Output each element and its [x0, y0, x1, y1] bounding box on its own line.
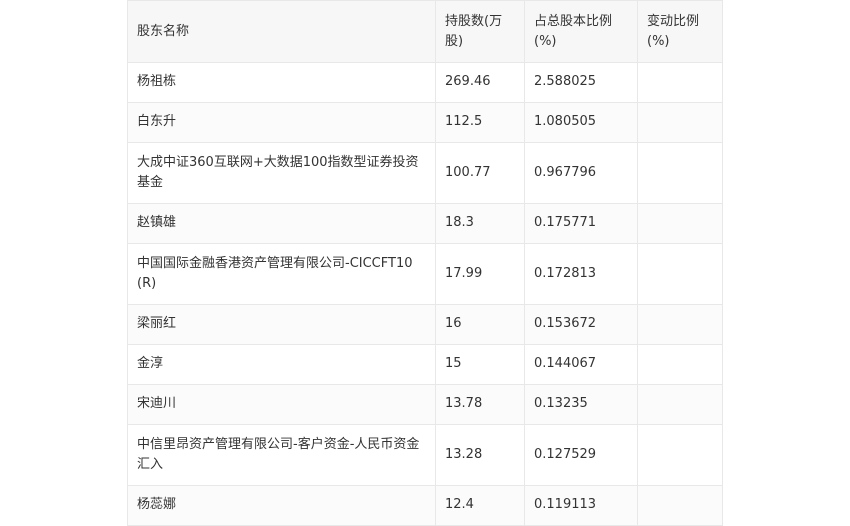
cell-name: 杨祖栋: [127, 62, 436, 103]
cell-name: 大成中证360互联网+大数据100指数型证券投资基金: [127, 142, 436, 204]
table-row: 梁丽红 16 0.153672: [127, 304, 723, 345]
cell-name: 中信里昂资产管理有限公司-客户资金-人民币资金汇入: [127, 424, 436, 486]
cell-ratio: 0.127529: [524, 424, 638, 486]
cell-ratio: 0.967796: [524, 142, 638, 204]
table-row: 赵镇雄 18.3 0.175771: [127, 203, 723, 244]
cell-shares: 15: [435, 344, 525, 385]
table-row: 宋迪川 13.78 0.13235: [127, 384, 723, 425]
cell-shares: 100.77: [435, 142, 525, 204]
table-row: 杨祖栋 269.46 2.588025: [127, 62, 723, 103]
cell-change: [637, 203, 723, 244]
cell-change: [637, 304, 723, 345]
header-ratio: 占总股本比例(%): [524, 0, 638, 63]
table-row: 中信里昂资产管理有限公司-客户资金-人民币资金汇入 13.28 0.127529: [127, 424, 723, 486]
cell-name: 白东升: [127, 102, 436, 143]
cell-ratio: 1.080505: [524, 102, 638, 143]
cell-shares: 112.5: [435, 102, 525, 143]
table-row: 杨蕊娜 12.4 0.119113: [127, 485, 723, 526]
cell-shares: 269.46: [435, 62, 525, 103]
header-shares: 持股数(万股): [435, 0, 525, 63]
cell-change: [637, 384, 723, 425]
cell-name: 金淳: [127, 344, 436, 385]
cell-change: [637, 485, 723, 526]
cell-shares: 16: [435, 304, 525, 345]
table-row: 白东升 112.5 1.080505: [127, 102, 723, 143]
table-header: 股东名称 持股数(万股) 占总股本比例(%) 变动比例(%): [127, 0, 723, 63]
table-row: 大成中证360互联网+大数据100指数型证券投资基金 100.77 0.9677…: [127, 142, 723, 204]
cell-name: 宋迪川: [127, 384, 436, 425]
cell-change: [637, 344, 723, 385]
cell-shares: 13.78: [435, 384, 525, 425]
cell-ratio: 0.153672: [524, 304, 638, 345]
cell-ratio: 0.119113: [524, 485, 638, 526]
cell-shares: 17.99: [435, 243, 525, 305]
cell-name: 杨蕊娜: [127, 485, 436, 526]
cell-name: 中国国际金融香港资产管理有限公司-CICCFT10(R): [127, 243, 436, 305]
cell-name: 赵镇雄: [127, 203, 436, 244]
shareholder-table: 股东名称 持股数(万股) 占总股本比例(%) 变动比例(%) 杨祖栋 269.4…: [127, 0, 723, 526]
header-change: 变动比例(%): [637, 0, 723, 63]
cell-ratio: 2.588025: [524, 62, 638, 103]
cell-shares: 13.28: [435, 424, 525, 486]
cell-change: [637, 243, 723, 305]
cell-change: [637, 102, 723, 143]
table-row: 中国国际金融香港资产管理有限公司-CICCFT10(R) 17.99 0.172…: [127, 243, 723, 305]
cell-ratio: 0.13235: [524, 384, 638, 425]
cell-change: [637, 424, 723, 486]
cell-shares: 18.3: [435, 203, 525, 244]
cell-ratio: 0.144067: [524, 344, 638, 385]
table-row: 金淳 15 0.144067: [127, 344, 723, 385]
shareholder-table-container: 股东名称 持股数(万股) 占总股本比例(%) 变动比例(%) 杨祖栋 269.4…: [127, 0, 723, 526]
cell-ratio: 0.172813: [524, 243, 638, 305]
header-shareholder-name: 股东名称: [127, 0, 436, 63]
cell-name: 梁丽红: [127, 304, 436, 345]
table-body: 杨祖栋 269.46 2.588025 白东升 112.5 1.080505 大…: [127, 62, 723, 526]
cell-change: [637, 62, 723, 103]
cell-ratio: 0.175771: [524, 203, 638, 244]
header-row: 股东名称 持股数(万股) 占总股本比例(%) 变动比例(%): [127, 0, 723, 63]
cell-change: [637, 142, 723, 204]
cell-shares: 12.4: [435, 485, 525, 526]
